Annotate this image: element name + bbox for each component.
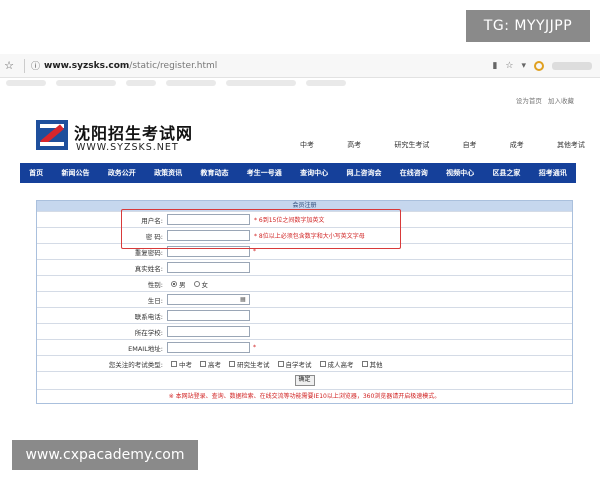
- password-input[interactable]: [167, 230, 250, 241]
- username-label: 用户名:: [141, 216, 163, 225]
- phone-input[interactable]: [167, 310, 250, 321]
- site-watermark: www.cxpacademy.com: [12, 440, 198, 470]
- password-hint: * 8位以上必须包含数字和大小写英文字母: [254, 233, 365, 240]
- browser-notice: ※ 本网站登录、查询、数据检索、在线交流等功能需要IE10以上浏览器，360浏览…: [37, 389, 572, 403]
- username-input[interactable]: [167, 214, 250, 225]
- exam-link-graduate[interactable]: 研究生考试: [394, 140, 429, 150]
- exam-type-checkbox[interactable]: [277, 360, 284, 367]
- url-path: /static/register.html: [129, 60, 218, 71]
- set-home-link[interactable]: 设为首页: [516, 97, 542, 105]
- school-row: 所在学校:: [37, 323, 572, 339]
- registration-form: 会员注册 用户名: * 6到15位之间数字加英文 密 码: * 8位以上必须包含…: [36, 200, 573, 404]
- bookmark-link[interactable]: 加入收藏: [548, 97, 574, 105]
- exam-type-checkbox[interactable]: [361, 360, 368, 367]
- gender-row: 性别: 男 女: [37, 275, 572, 291]
- exam-type-label: 自学考试: [285, 360, 312, 369]
- exam-type-label: 研究生考试: [237, 360, 270, 369]
- star-icon[interactable]: ☆: [0, 59, 18, 72]
- gender-male-label: 男: [179, 280, 186, 289]
- required-mark: *: [253, 248, 256, 255]
- school-input[interactable]: [167, 326, 250, 337]
- username-row: 用户名: * 6到15位之间数字加英文: [37, 211, 572, 227]
- telegram-watermark: TG: MYYJJPP: [466, 10, 590, 42]
- gender-male-radio[interactable]: [171, 280, 177, 287]
- nav-item[interactable]: 首页: [29, 168, 43, 178]
- email-row: EMAIL地址: *: [37, 339, 572, 355]
- browser-logo-icon[interactable]: [534, 60, 544, 71]
- browser-address-bar: ☆ ⓘ www.syzsks.com/static/register.html …: [0, 54, 600, 78]
- nav-item[interactable]: 视频中心: [446, 168, 474, 178]
- nav-item[interactable]: 网上咨询会: [346, 168, 381, 178]
- divider: [24, 58, 25, 73]
- username-hint: * 6到15位之间数字加英文: [254, 217, 325, 224]
- nav-item[interactable]: 查询中心: [300, 168, 328, 178]
- bookmark-star-icon[interactable]: ☆: [505, 61, 513, 71]
- exam-type-label: 高考: [208, 360, 221, 369]
- nav-item[interactable]: 考生一号通: [247, 168, 282, 178]
- exam-type-label: 中考: [179, 360, 192, 369]
- nav-item[interactable]: 在线咨询: [400, 168, 428, 178]
- required-mark: *: [253, 344, 256, 351]
- nav-item[interactable]: 政务公开: [108, 168, 136, 178]
- nav-item[interactable]: 政策资讯: [154, 168, 182, 178]
- exam-link-gaokao[interactable]: 高考: [347, 140, 361, 150]
- phone-label: 联系电话:: [134, 312, 163, 321]
- phone-row: 联系电话:: [37, 307, 572, 323]
- birthday-row: 生日: ▦: [37, 291, 572, 307]
- realname-label: 真实姓名:: [134, 264, 163, 273]
- menu-chevron-icon[interactable]: ▾: [521, 61, 526, 71]
- extension-icon[interactable]: ▮: [492, 61, 497, 71]
- confirm-password-label: 重复密码:: [134, 248, 163, 257]
- email-input[interactable]: [167, 342, 250, 353]
- exam-types-label: 您关注的考试类型:: [108, 360, 163, 369]
- email-label: EMAIL地址:: [128, 344, 163, 353]
- birthday-input[interactable]: [167, 294, 250, 305]
- info-icon[interactable]: ⓘ: [31, 59, 40, 72]
- submit-row: 确定: [37, 371, 572, 389]
- exam-links: 中考 高考 研究生考试 自考 成考 其他考试: [300, 140, 585, 150]
- site-title: 沈阳招生考试网: [74, 124, 194, 143]
- school-label: 所在学校:: [134, 328, 163, 337]
- nav-item[interactable]: 新闻公告: [61, 168, 89, 178]
- calendar-icon[interactable]: ▦: [240, 296, 246, 303]
- gender-label: 性别:: [147, 280, 163, 289]
- exam-type-checkbox[interactable]: [171, 360, 177, 367]
- url-field[interactable]: www.syzsks.com/static/register.html: [44, 61, 217, 71]
- birthday-label: 生日:: [147, 296, 163, 305]
- confirm-password-input[interactable]: [167, 246, 250, 257]
- password-label: 密 码:: [145, 232, 163, 241]
- password-row: 密 码: * 8位以上必须包含数字和大小写英文字母: [37, 227, 572, 243]
- bookmarks-bar-blurred: [6, 80, 366, 90]
- form-title: 会员注册: [37, 201, 572, 211]
- site-domain: WWW.SYZSKS.NET: [76, 142, 179, 153]
- nav-item[interactable]: 招考通讯: [539, 168, 567, 178]
- exam-type-checkbox[interactable]: [319, 360, 326, 367]
- exam-link-adult[interactable]: 成考: [510, 140, 524, 150]
- confirm-password-row: 重复密码: *: [37, 243, 572, 259]
- site-logo[interactable]: [36, 120, 68, 150]
- blurred-profile: [552, 61, 592, 70]
- exam-type-checkbox[interactable]: [229, 360, 235, 367]
- submit-button[interactable]: 确定: [294, 375, 315, 386]
- exam-type-label: 其他: [369, 360, 383, 369]
- exam-link-zhongkao[interactable]: 中考: [300, 140, 314, 150]
- realname-input[interactable]: [167, 262, 250, 273]
- top-links: 设为首页 加入收藏: [512, 95, 574, 105]
- nav-item[interactable]: 区县之家: [492, 168, 520, 178]
- exam-types-row: 您关注的考试类型: 中考 高考 研究生考试 自学考试 成人高考 其他: [37, 355, 572, 371]
- gender-female-label: 女: [201, 280, 209, 289]
- gender-female-radio[interactable]: [193, 280, 200, 287]
- exam-link-other[interactable]: 其他考试: [557, 140, 585, 150]
- main-nav: 首页 新闻公告 政务公开 政策资讯 教育动态 考生一号通 查询中心 网上咨询会 …: [20, 163, 576, 183]
- exam-type-label: 成人高考: [327, 360, 354, 369]
- exam-type-checkbox[interactable]: [200, 360, 206, 367]
- nav-item[interactable]: 教育动态: [200, 168, 228, 178]
- realname-row: 真实姓名:: [37, 259, 572, 275]
- exam-link-self-study[interactable]: 自考: [463, 140, 477, 150]
- browser-actions: ▮ ☆ ▾: [492, 60, 600, 71]
- url-host: www.syzsks.com: [44, 60, 130, 71]
